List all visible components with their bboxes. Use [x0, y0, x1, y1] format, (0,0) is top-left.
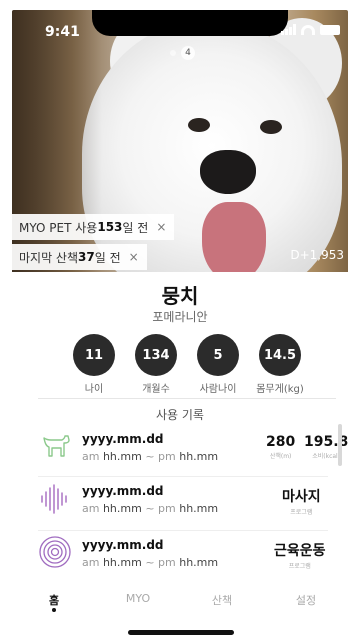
- active-tab-dot: [52, 608, 56, 612]
- stat-weight: 14.5 몸무게(kg): [256, 334, 304, 395]
- last-walk-chip: 마지막 산책 37 일 전 ×: [12, 244, 147, 270]
- notch: [92, 10, 288, 36]
- program-name: 근육운동 프로그램: [274, 540, 326, 570]
- metric-value: 근육운동: [274, 543, 326, 559]
- stat-label: 사람나이: [199, 384, 237, 395]
- tab-walk[interactable]: 산책: [180, 586, 264, 622]
- record-date: yyyy.mm.dd: [82, 484, 164, 498]
- pet-stats: 11 나이 134 개월수 5 사람나이 14.5 몸무게(kg): [72, 334, 304, 395]
- record-date: yyyy.mm.dd: [82, 538, 164, 552]
- stat-label: 개월수: [142, 384, 170, 395]
- tab-label: MYO: [125, 592, 151, 605]
- close-icon[interactable]: ×: [156, 220, 166, 234]
- concentric-rings-icon: [39, 536, 71, 568]
- vibration-wave-icon: [41, 484, 67, 514]
- pet-breed: 포메라니안: [152, 310, 208, 324]
- history-title: 사용 기록: [156, 408, 204, 422]
- record-time: am hh.mm ~ pm hh.mm: [82, 556, 219, 569]
- battery-icon: [320, 24, 340, 35]
- chip-suffix: 일 전: [122, 220, 149, 235]
- history-record[interactable]: yyyy.mm.dd am hh.mm ~ pm hh.mm 마사지 프로그램: [38, 474, 328, 524]
- tab-myo[interactable]: MYO: [96, 586, 180, 622]
- app-screen: 9:41 4 MYO PET 사용 153 일 전 × 마지막 산책 37 일 전 …: [12, 10, 348, 644]
- stat-label: 나이: [84, 384, 104, 395]
- tab-bar: 홈 MYO 산책 설정: [12, 586, 348, 622]
- record-date: yyyy.mm.dd: [82, 432, 164, 446]
- signal-icon: [281, 24, 296, 35]
- metric-value: 280: [266, 434, 296, 450]
- stat-human-age: 5 사람나이: [196, 334, 240, 395]
- chip-suffix: 일 전: [94, 250, 121, 265]
- close-icon[interactable]: ×: [129, 250, 139, 264]
- stat-value: 11: [73, 334, 115, 376]
- wifi-icon: [301, 24, 315, 35]
- metric-unit: 프로그램: [290, 509, 313, 516]
- dday-counter: D+1,953: [290, 248, 344, 262]
- page-number: 4: [181, 46, 195, 60]
- home-indicator: [128, 630, 234, 635]
- page-dot: [170, 50, 176, 56]
- walk-distance: 280 산책(m): [266, 434, 295, 460]
- scrollbar[interactable]: [338, 424, 342, 466]
- tab-label: 설정: [295, 594, 317, 607]
- usage-chip: MYO PET 사용 153 일 전 ×: [12, 214, 175, 240]
- chip-label: MYO PET 사용: [19, 220, 98, 235]
- divider: [38, 398, 336, 399]
- chip-value: 37: [78, 250, 95, 264]
- chip-label: 마지막 산책: [19, 250, 79, 265]
- dog-walk-icon: [43, 435, 70, 457]
- stat-label: 몸무게(kg): [256, 384, 304, 395]
- metric-unit: 프로그램: [288, 563, 311, 570]
- stat-months: 134 개월수: [134, 334, 178, 395]
- history-record[interactable]: yyyy.mm.dd am hh.mm ~ pm hh.mm 근육운동 프로그램: [38, 528, 328, 578]
- tab-home[interactable]: 홈: [12, 586, 96, 622]
- stat-value: 134: [135, 334, 177, 376]
- stat-age: 11 나이: [72, 334, 116, 395]
- stat-value: 5: [197, 334, 239, 376]
- metric-value: 마사지: [282, 489, 321, 505]
- tab-label: 산책: [211, 594, 233, 607]
- record-time: am hh.mm ~ pm hh.mm: [82, 502, 219, 515]
- pet-name: 뭉치: [161, 284, 199, 308]
- photo-page-indicator: 4: [170, 46, 195, 60]
- history-record[interactable]: yyyy.mm.dd am hh.mm ~ pm hh.mm 280 산책(m)…: [38, 422, 348, 472]
- tab-settings[interactable]: 설정: [264, 586, 348, 622]
- status-bar: 9:41: [12, 10, 348, 50]
- record-time: am hh.mm ~ pm hh.mm: [82, 450, 219, 463]
- status-time: 9:41: [45, 24, 80, 40]
- stat-value: 14.5: [259, 334, 301, 376]
- metric-unit: 산책(m): [269, 453, 292, 460]
- tab-label: 홈: [48, 594, 60, 607]
- program-name: 마사지 프로그램: [282, 486, 321, 516]
- chip-value: 153: [97, 220, 123, 234]
